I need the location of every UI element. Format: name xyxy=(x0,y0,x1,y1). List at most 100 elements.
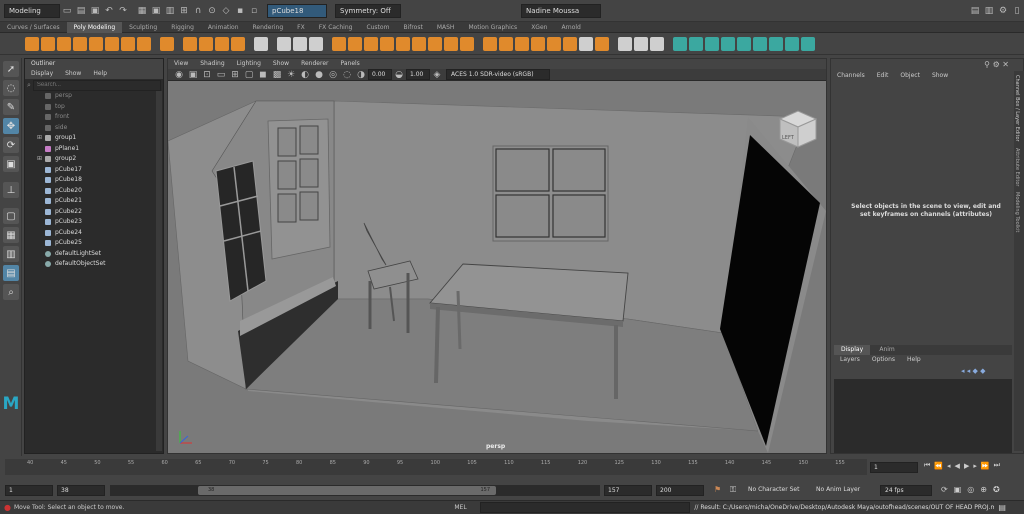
settings-icon[interactable]: ⚙ xyxy=(997,5,1009,17)
select-component-icon[interactable]: ▥ xyxy=(164,5,176,17)
bevel-icon[interactable] xyxy=(412,36,426,51)
planar-map-icon[interactable] xyxy=(634,36,648,51)
layout-icon[interactable]: ▥ xyxy=(983,5,995,17)
insert-loop-icon[interactable] xyxy=(499,36,513,51)
search-layout-icon[interactable]: ⌕ xyxy=(3,284,19,300)
four-view-icon[interactable]: ▦ xyxy=(3,227,19,243)
sound-icon[interactable]: ▣ xyxy=(954,485,962,494)
object-name-field[interactable]: pCube18 xyxy=(267,3,327,18)
merge-icon[interactable] xyxy=(364,36,378,51)
target-weld-icon[interactable] xyxy=(579,36,593,51)
tab-fx-caching[interactable]: FX Caching xyxy=(312,22,360,33)
tab-sculpting[interactable]: Sculpting xyxy=(122,22,164,33)
outliner-scrollbar[interactable] xyxy=(156,91,162,451)
combine-icon[interactable] xyxy=(277,36,291,51)
list-item[interactable]: side xyxy=(25,123,163,134)
tab-curves-surfaces[interactable]: Curves / Surfaces xyxy=(0,22,67,33)
new-layer-icon[interactable]: ◆ xyxy=(973,367,978,375)
layer-down-icon[interactable]: ◂ xyxy=(967,367,971,375)
textured-icon[interactable]: ▩ xyxy=(271,69,283,81)
lasso-tool-icon[interactable]: ◌ xyxy=(3,80,19,96)
exposure-icon[interactable]: ◑ xyxy=(355,69,367,81)
anim-end-field[interactable]: 157 xyxy=(604,485,652,496)
poly-torus-icon[interactable] xyxy=(89,36,103,51)
snap-grid-icon[interactable]: ⊞ xyxy=(178,5,190,17)
list-item[interactable]: pCube20 xyxy=(25,186,163,197)
repeat-brush-icon[interactable] xyxy=(801,36,815,51)
single-view-icon[interactable]: ▢ xyxy=(3,208,19,224)
bookmark-icon[interactable]: ⊡ xyxy=(201,69,213,81)
tab-xgen[interactable]: XGen xyxy=(524,22,554,33)
bookmark-timeline-icon[interactable]: ⊕ xyxy=(980,485,987,494)
sculpt-icon[interactable] xyxy=(673,36,687,51)
close-icon[interactable]: ✕ xyxy=(1002,60,1009,69)
outliner-menu-show[interactable]: Show xyxy=(65,69,81,79)
smooth-shade-icon[interactable]: ◼ xyxy=(257,69,269,81)
tab-fx[interactable]: FX xyxy=(290,22,312,33)
pinch-brush-icon[interactable] xyxy=(737,36,751,51)
connect-icon[interactable] xyxy=(595,36,609,51)
layer-menu-layers[interactable]: Layers xyxy=(840,355,860,365)
list-item[interactable]: pCube21 xyxy=(25,196,163,207)
grab-brush-icon[interactable] xyxy=(721,36,735,51)
list-item[interactable]: ⊞ group1 xyxy=(25,133,163,144)
relax-brush-icon[interactable] xyxy=(705,36,719,51)
pin-icon[interactable]: ⚲ xyxy=(984,60,990,69)
key-prefs-icon[interactable]: ⚿ xyxy=(730,485,736,495)
list-item[interactable]: persp xyxy=(25,91,163,102)
tab-arnold[interactable]: Arnold xyxy=(554,22,587,33)
vp-menu-lighting[interactable]: Lighting xyxy=(237,59,261,69)
anim-start-field[interactable]: 38 xyxy=(57,485,105,496)
poly-disc-icon[interactable] xyxy=(121,36,135,51)
axis-icon[interactable]: ⊥ xyxy=(3,182,19,198)
symmetry-dropdown[interactable]: Symmetry: Off xyxy=(335,3,401,18)
list-item[interactable]: pCube22 xyxy=(25,207,163,218)
spray-brush-icon[interactable] xyxy=(785,36,799,51)
outliner-layout-icon[interactable]: ▤ xyxy=(3,265,19,281)
crease-icon[interactable] xyxy=(563,36,577,51)
list-item[interactable]: pPlane1 xyxy=(25,144,163,155)
tab-anim[interactable]: Anim xyxy=(872,345,901,355)
tab-rendering[interactable]: Rendering xyxy=(246,22,291,33)
vp-menu-show[interactable]: Show xyxy=(273,59,289,69)
pivot-icon[interactable] xyxy=(199,36,213,51)
new-layer-selected-icon[interactable]: ◆ xyxy=(980,367,985,375)
grid-icon[interactable]: ⊞ xyxy=(229,69,241,81)
go-to-start-icon[interactable]: ⏮ xyxy=(924,461,930,470)
play-backward-icon[interactable]: ◀ xyxy=(955,462,960,470)
list-item[interactable]: defaultLightSet xyxy=(25,249,163,260)
outliner-menu-display[interactable]: Display xyxy=(31,69,53,79)
snap-surface-icon[interactable]: ◇ xyxy=(220,5,232,17)
xray-icon[interactable]: ◌ xyxy=(341,69,353,81)
multicut-icon[interactable] xyxy=(483,36,497,51)
vp-menu-renderer[interactable]: Renderer xyxy=(301,59,328,69)
gamma-icon[interactable]: ◒ xyxy=(393,69,405,81)
text-icon[interactable] xyxy=(215,36,229,51)
poly-cube-icon[interactable] xyxy=(41,36,55,51)
range-track[interactable]: 38 157 xyxy=(110,485,600,496)
type-icon[interactable] xyxy=(254,36,268,51)
select-object-icon[interactable]: ▣ xyxy=(150,5,162,17)
outliner-search-input[interactable] xyxy=(32,79,161,91)
color-space-dropdown[interactable]: ACES 1.0 SDR-video (sRGB) xyxy=(446,69,550,80)
extrude-icon[interactable] xyxy=(380,36,394,51)
panel-toggle-icon[interactable]: ▯ xyxy=(1011,5,1023,17)
two-view-icon[interactable]: ▥ xyxy=(3,246,19,262)
poke-icon[interactable] xyxy=(460,36,474,51)
exposure-field[interactable]: 0.00 xyxy=(368,69,392,80)
command-input[interactable] xyxy=(480,502,691,513)
layer-menu-options[interactable]: Options xyxy=(872,355,895,365)
vp-menu-view[interactable]: View xyxy=(174,59,188,69)
lights-icon[interactable]: ☀ xyxy=(285,69,297,81)
vp-menu-shading[interactable]: Shading xyxy=(200,59,224,69)
outliner-menu-help[interactable]: Help xyxy=(93,69,107,79)
current-frame-field[interactable]: 1 xyxy=(870,462,918,473)
layer-up-icon[interactable]: ◂ xyxy=(961,367,965,375)
mode-dropdown[interactable]: Modeling xyxy=(4,3,60,18)
channel-menu-object[interactable]: Object xyxy=(900,71,920,81)
workspace-icon[interactable]: ▤ xyxy=(969,5,981,17)
smooth-brush-icon[interactable] xyxy=(689,36,703,51)
side-tab-attribute-editor[interactable]: Attribute Editor xyxy=(1014,148,1020,186)
smooth-icon[interactable] xyxy=(309,36,323,51)
platonic-solid-icon[interactable] xyxy=(137,36,151,51)
